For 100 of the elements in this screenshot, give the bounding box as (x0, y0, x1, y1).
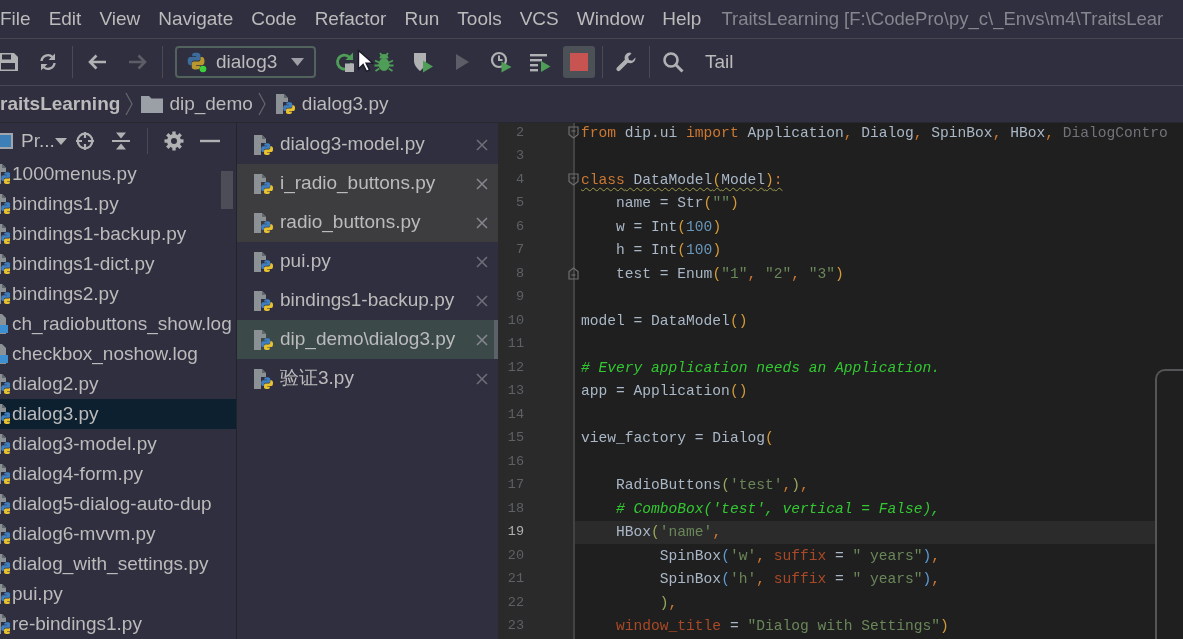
close-icon[interactable] (476, 255, 488, 268)
crosshair-icon[interactable] (74, 131, 95, 151)
line-number: 19 (507, 524, 524, 541)
file-tree-item[interactable]: dialog2.py (0, 369, 236, 399)
menu-item[interactable]: Window (576, 7, 645, 31)
wrench-icon (615, 51, 637, 73)
file-tree-item[interactable]: bindings2.py (0, 279, 236, 309)
code-line: view_factory = Dialog( (581, 429, 774, 448)
python-file-icon (0, 584, 10, 604)
menu-item[interactable]: View (99, 7, 141, 31)
settings-icon[interactable] (163, 131, 184, 151)
line-number: 12 (507, 359, 524, 376)
code-line: model = DataModel() (581, 311, 748, 330)
bug-icon (373, 51, 395, 73)
menu-item[interactable]: Edit (48, 7, 82, 31)
file-tree-item[interactable]: bindings1-backup.py (0, 219, 236, 249)
breadcrumb-item[interactable]: raitsLearning (0, 89, 121, 119)
python-file-icon (0, 284, 10, 304)
python-file-icon (0, 224, 10, 244)
run-configuration-dropdown[interactable]: dialog3 (175, 46, 316, 78)
code-line: name = Str("") (615, 194, 739, 213)
close-icon[interactable] (476, 138, 488, 151)
line-number: 21 (507, 571, 524, 588)
file-tree-item[interactable]: dialog_with_settings.py (0, 549, 236, 579)
line-number: 8 (515, 265, 524, 282)
menu-item[interactable]: Navigate (158, 7, 234, 31)
caret-icon (54, 137, 67, 145)
recent-file-item[interactable]: dialog3-model.py (237, 125, 498, 164)
menu-item[interactable]: File (0, 7, 31, 31)
close-icon[interactable] (476, 177, 488, 190)
python-file-icon (252, 367, 274, 390)
mouse-cursor-icon (357, 49, 375, 73)
clock-play-icon (490, 51, 512, 73)
close-icon[interactable] (476, 333, 488, 346)
code-line: window_title = "Dialog with Settings") (615, 617, 949, 636)
file-tree-item[interactable]: re-bindings1.py (0, 609, 236, 639)
line-number: 6 (515, 218, 524, 235)
recent-file-item[interactable]: dip_demo\dialog3.py (237, 320, 498, 359)
line-number: 17 (507, 477, 524, 494)
line-number: 18 (507, 500, 524, 517)
recent-file-item[interactable]: i_radio_buttons.py (237, 164, 498, 203)
file-tree-item[interactable]: dialog6-mvvm.py (0, 519, 236, 549)
python-file-icon (252, 289, 274, 312)
close-icon[interactable] (476, 372, 488, 385)
recent-file-item[interactable]: 验证3.py (237, 359, 498, 398)
file-tree-item[interactable]: dialog4-form.py (0, 459, 236, 489)
breadcrumb-item[interactable]: dip_demo (141, 89, 253, 119)
breadcrumb-item[interactable]: dialog3.py (273, 89, 389, 119)
code-line: app = Application() (581, 382, 748, 401)
caret-icon (291, 58, 304, 66)
line-number: 10 (507, 312, 524, 329)
python-file-icon (0, 524, 10, 544)
python-logo-icon (186, 51, 208, 73)
recent-file-item[interactable]: radio_buttons.py (237, 203, 498, 242)
line-number: 9 (515, 289, 524, 306)
file-tree-item[interactable]: checkbox_noshow.log (0, 339, 236, 369)
fold-marker-icon[interactable] (568, 267, 579, 280)
menu-item[interactable]: Help (662, 7, 702, 31)
code-line: SpinBox('w', suffix = " years"), (658, 546, 941, 565)
python-file-icon (0, 434, 10, 454)
code-line: HBox('name', (615, 523, 722, 542)
file-tree-item[interactable]: bindings1-dict.py (0, 249, 236, 279)
menu-item[interactable]: Refactor (314, 7, 387, 31)
fold-marker-icon[interactable] (568, 126, 579, 139)
menu-item[interactable]: Tools (457, 7, 502, 31)
shield-play-icon (412, 51, 434, 73)
recent-file-item[interactable]: bindings1-backup.py (237, 281, 498, 320)
close-icon[interactable] (476, 216, 488, 229)
recent-file-item[interactable]: pui.py (237, 242, 498, 281)
code-line: ), (658, 593, 678, 612)
collapse-all-icon[interactable] (110, 131, 131, 151)
code-line: # ComboBox('test', vertical = False), (615, 499, 941, 518)
line-number: 11 (507, 336, 524, 353)
menu-item[interactable]: VCS (519, 7, 559, 31)
python-file-icon (252, 172, 274, 195)
rerun-icon (334, 51, 356, 73)
code-line: from dip.ui import Application, Dialog, SpinBox, HBox, DialogContro (581, 123, 1168, 142)
file-tree-item[interactable]: ch_radiobuttons_show.log (0, 309, 236, 339)
scrollbar-thumb[interactable] (221, 171, 233, 209)
fold-marker-icon[interactable] (568, 173, 579, 186)
sync-icon (37, 51, 59, 73)
python-file-icon (0, 464, 10, 484)
log-file-icon (0, 344, 10, 364)
file-tree-item[interactable]: dialog5-dialog-auto-dup (0, 489, 236, 519)
line-number: 4 (515, 171, 524, 188)
code-line: SpinBox('h', suffix = " years"), (658, 570, 941, 589)
code-line: h = Int(100) (615, 241, 722, 260)
file-tree-item[interactable]: pui.py (0, 579, 236, 609)
tool-window-icon[interactable] (0, 133, 13, 149)
file-tree-item[interactable]: dialog3.py (0, 399, 236, 429)
file-tree-item[interactable]: dialog3-model.py (0, 429, 236, 459)
menu-item[interactable]: Run (404, 7, 440, 31)
python-file-icon (252, 250, 274, 273)
tail-button[interactable]: Tail (705, 47, 734, 77)
line-number: 15 (507, 430, 524, 447)
python-file-icon (252, 133, 274, 156)
close-icon[interactable] (476, 294, 488, 307)
menu-item[interactable]: Code (251, 7, 297, 31)
view-dropdown[interactable]: Pr... (21, 126, 67, 156)
stop-button[interactable] (563, 46, 595, 78)
